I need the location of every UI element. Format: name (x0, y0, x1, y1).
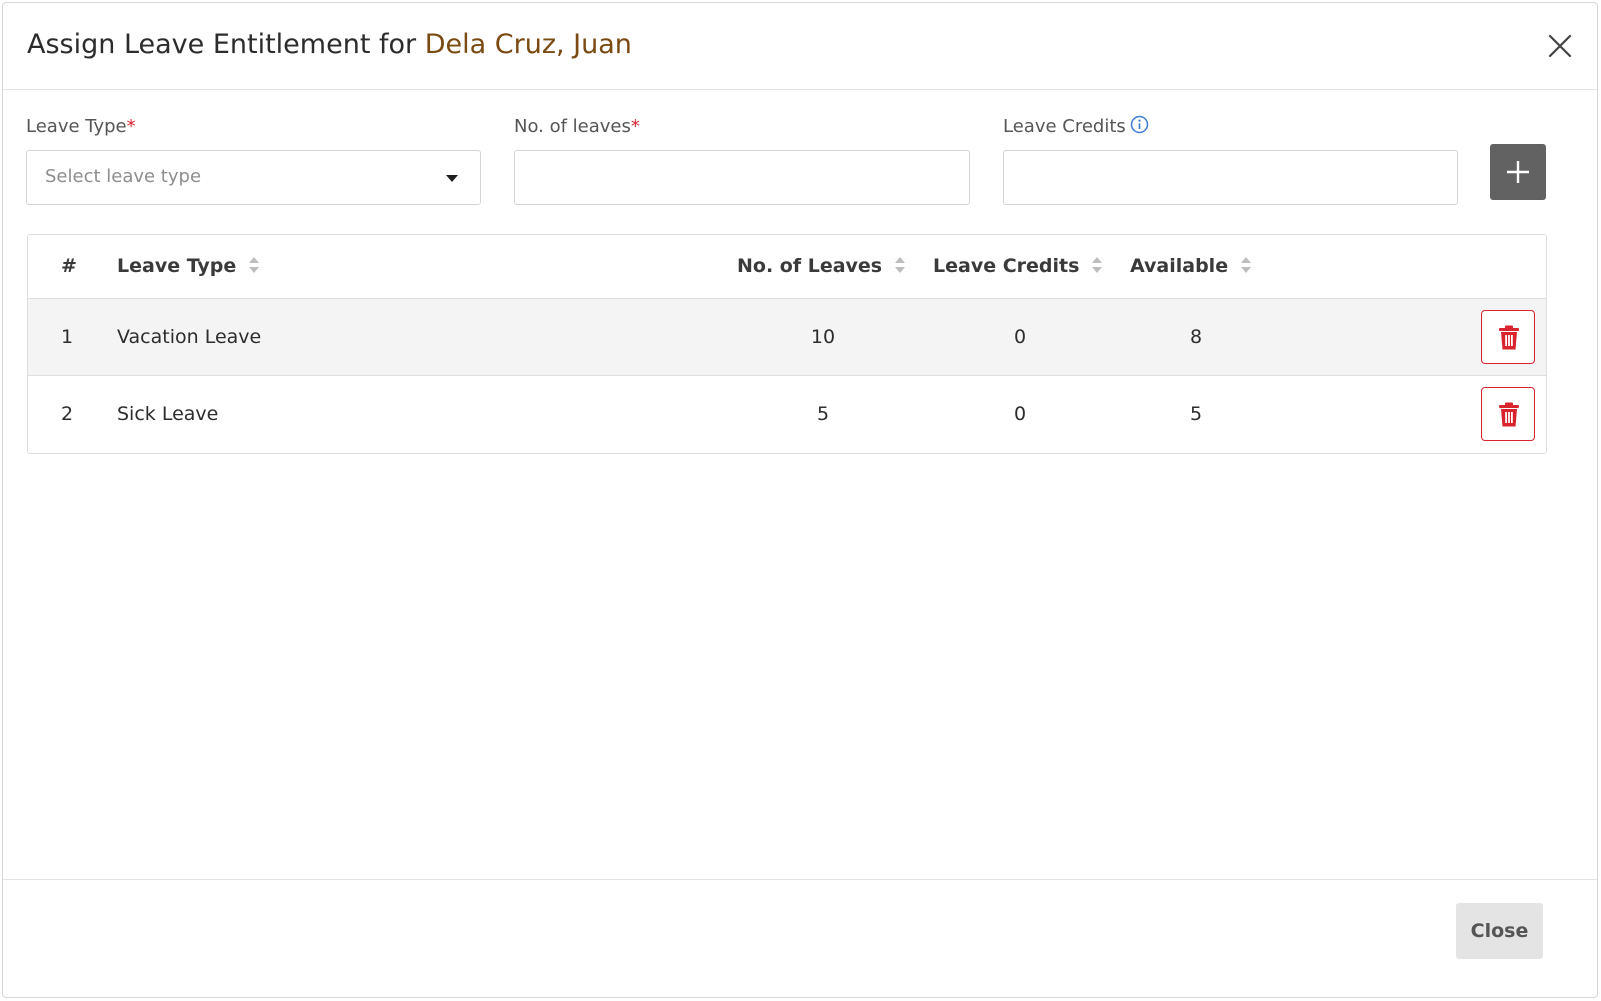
trash-icon (1499, 325, 1519, 350)
header-no-of-leaves-text: No. of Leaves (737, 255, 883, 277)
leave-type-field: Leave Type* Select leave type (26, 115, 481, 205)
header-leave-type[interactable]: Leave Type (117, 255, 260, 279)
modal-title-prefix: Assign Leave Entitlement for (27, 29, 417, 60)
header-leave-type-text: Leave Type (117, 255, 237, 277)
cell-available: 5 (1189, 403, 1203, 425)
employee-name: Dela Cruz, Juan (424, 29, 632, 60)
sort-icon[interactable] (894, 256, 906, 279)
no-of-leaves-field: No. of leaves* (514, 115, 970, 205)
leave-type-select[interactable]: Select leave type (26, 150, 481, 205)
table-row: 2 Sick Leave 5 0 5 (28, 376, 1546, 453)
info-icon[interactable] (1130, 115, 1149, 141)
leave-credits-label: Leave Credits (1003, 115, 1458, 139)
assign-leave-modal: Assign Leave Entitlement for Dela Cruz, … (2, 2, 1598, 998)
modal-footer: Close (3, 879, 1597, 997)
required-mark: * (126, 116, 136, 137)
table-row: 1 Vacation Leave 10 0 8 (28, 299, 1546, 376)
leave-credits-label-text: Leave Credits (1003, 116, 1126, 137)
leave-form: Leave Type* Select leave type No. of lea… (3, 115, 1597, 210)
delete-row-button[interactable] (1481, 387, 1535, 441)
add-leave-button[interactable] (1490, 144, 1546, 200)
cell-available: 8 (1189, 326, 1203, 348)
table-header: # Leave Type No. of Leaves Leave Credits… (28, 235, 1546, 299)
close-icon[interactable] (1547, 33, 1573, 59)
delete-row-button[interactable] (1481, 310, 1535, 364)
sort-icon[interactable] (1240, 256, 1252, 279)
sort-icon[interactable] (1091, 256, 1103, 279)
no-of-leaves-label: No. of leaves* (514, 115, 970, 139)
trash-icon (1499, 402, 1519, 427)
modal-title: Assign Leave Entitlement for Dela Cruz, … (27, 29, 632, 60)
leave-type-placeholder: Select leave type (45, 166, 202, 187)
leave-credits-input[interactable] (1003, 150, 1458, 205)
cell-leave-credits: 0 (1013, 403, 1027, 425)
modal-header: Assign Leave Entitlement for Dela Cruz, … (3, 3, 1597, 90)
header-leave-credits[interactable]: Leave Credits (933, 255, 1103, 279)
cell-leave-type: Vacation Leave (117, 326, 262, 348)
leave-entitlement-table: # Leave Type No. of Leaves Leave Credits… (27, 234, 1547, 454)
no-of-leaves-label-text: No. of leaves (514, 116, 631, 137)
leave-type-label: Leave Type* (26, 115, 481, 139)
leave-credits-field: Leave Credits (1003, 115, 1458, 205)
header-available-text: Available (1130, 255, 1229, 277)
cell-no-of-leaves: 5 (816, 403, 830, 425)
close-button[interactable]: Close (1456, 903, 1543, 959)
header-leave-credits-text: Leave Credits (933, 255, 1080, 277)
cell-leave-credits: 0 (1013, 326, 1027, 348)
header-available[interactable]: Available (1130, 255, 1252, 279)
header-index: # (61, 255, 77, 277)
header-no-of-leaves[interactable]: No. of Leaves (737, 255, 906, 279)
chevron-down-icon (446, 175, 458, 182)
plus-icon (1507, 161, 1529, 183)
cell-index: 2 (60, 403, 74, 425)
sort-icon[interactable] (248, 256, 260, 279)
no-of-leaves-input[interactable] (514, 150, 970, 205)
cell-leave-type: Sick Leave (117, 403, 219, 425)
cell-no-of-leaves: 10 (810, 326, 836, 348)
cell-index: 1 (60, 326, 74, 348)
leave-type-label-text: Leave Type (26, 116, 127, 137)
required-mark: * (630, 116, 640, 137)
